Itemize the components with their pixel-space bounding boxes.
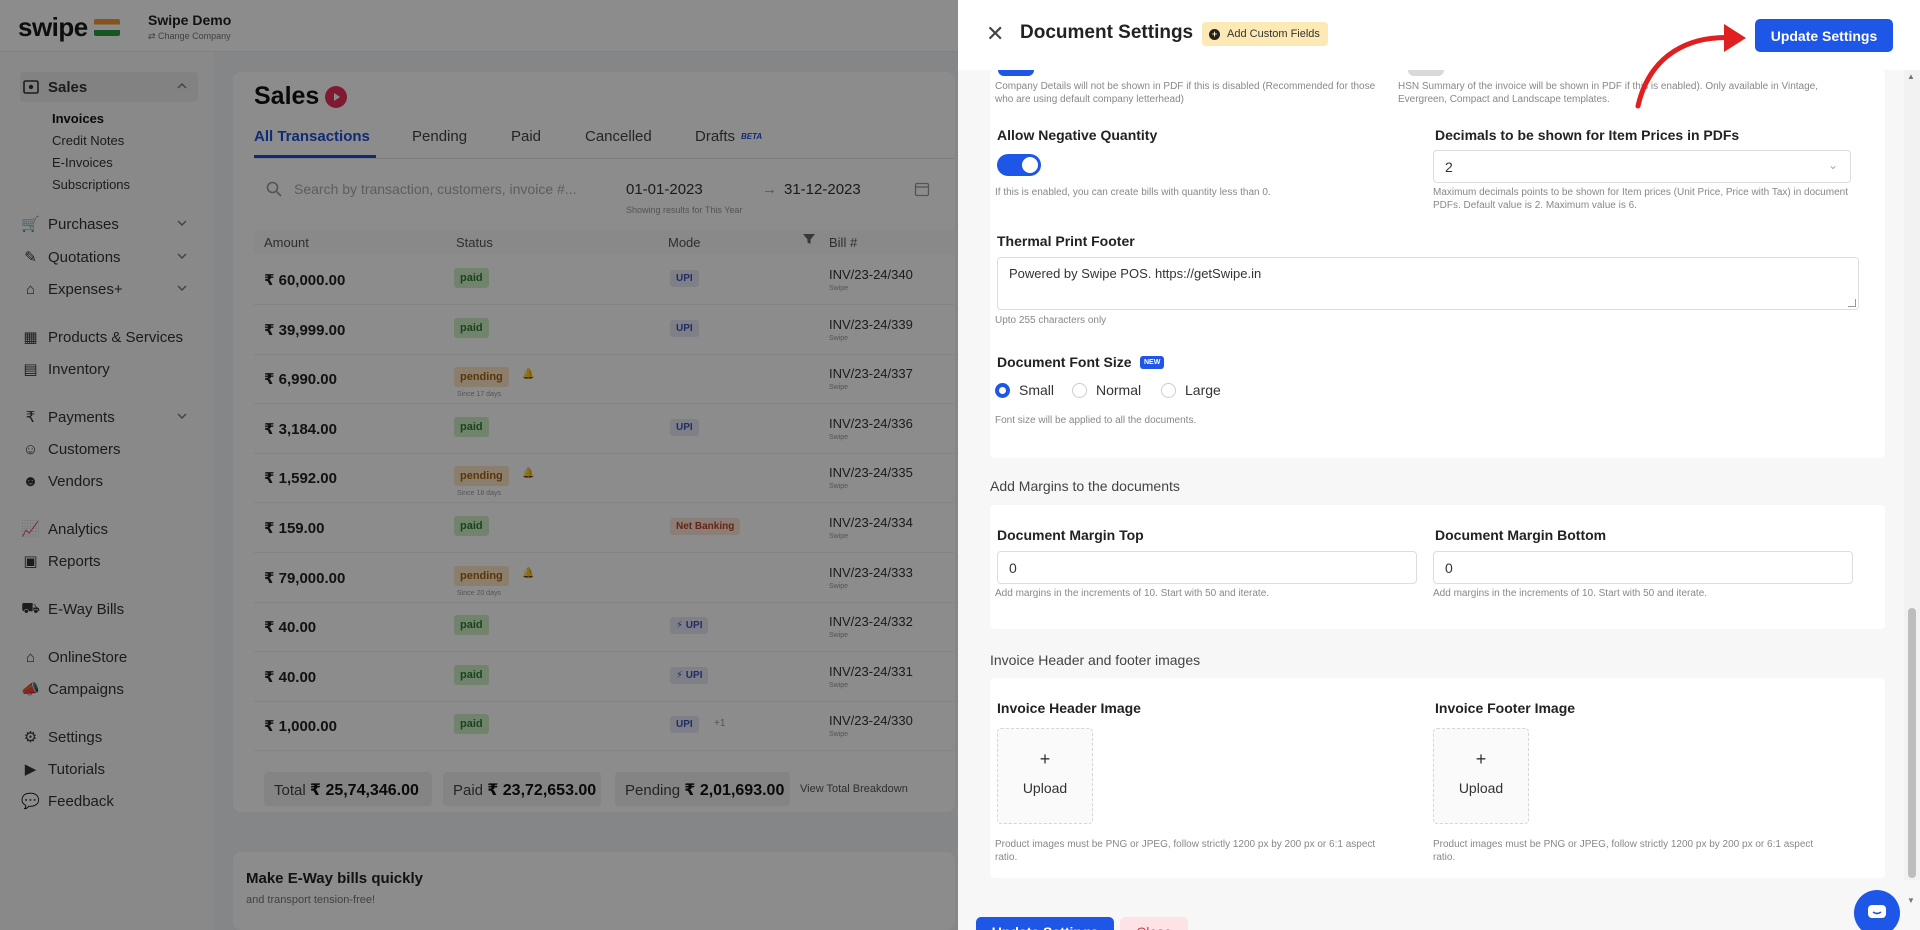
margins-section-title: Add Margins to the documents xyxy=(990,478,1180,494)
header-image-upload[interactable]: + Upload xyxy=(997,728,1093,824)
negative-quantity-help: If this is enabled, you can create bills… xyxy=(995,187,1271,198)
negative-quantity-toggle[interactable] xyxy=(997,154,1041,176)
add-custom-fields-button[interactable]: + Add Custom Fields xyxy=(1202,22,1328,46)
drawer-title: Document Settings xyxy=(1020,22,1194,43)
font-size-help: Font size will be applied to all the doc… xyxy=(995,415,1197,426)
images-section-title: Invoice Header and footer images xyxy=(990,652,1201,668)
margin-bottom-label: Document Margin Bottom xyxy=(1435,527,1607,543)
font-size-radio-normal[interactable]: Normal xyxy=(1072,382,1141,398)
document-settings-drawer: ✕ Document Settings + Add Custom Fields U… xyxy=(958,0,1920,930)
plus-circle-icon: + xyxy=(1209,28,1220,40)
decimals-select[interactable]: 2 ⌄ xyxy=(1433,150,1851,183)
margin-top-label: Document Margin Top xyxy=(997,527,1144,543)
footer-image-help: Product images must be PNG or JPEG, foll… xyxy=(1433,839,1814,863)
decimals-label: Decimals to be shown for Item Prices in … xyxy=(1435,127,1740,143)
header-image-help: Product images must be PNG or JPEG, foll… xyxy=(995,839,1376,863)
chevron-down-icon: ⌄ xyxy=(1827,158,1838,172)
document-options-panel: Company Details will not be shown in PDF… xyxy=(990,70,1885,458)
thermal-footer-textarea[interactable]: Powered by Swipe POS. https://getSwipe.i… xyxy=(997,257,1859,310)
footer-image-upload[interactable]: + Upload xyxy=(1433,728,1529,824)
close-button[interactable]: Close xyxy=(1120,917,1188,930)
margins-panel: Document Margin Top 0 Add margins in the… xyxy=(990,505,1885,629)
plus-icon: + xyxy=(1475,749,1487,769)
decimals-help: Maximum decimals points to be shown for … xyxy=(1433,187,1848,211)
hsn-summary-toggle[interactable] xyxy=(1408,70,1444,76)
scroll-up-arrow-icon[interactable]: ▲ xyxy=(1907,72,1915,81)
drawer-header: ✕ Document Settings + Add Custom Fields U… xyxy=(958,0,1920,70)
margin-bottom-help: Add margins in the increments of 10. Sta… xyxy=(1433,588,1708,599)
margin-bottom-input[interactable]: 0 xyxy=(1433,551,1853,584)
margin-top-help: Add margins in the increments of 10. Sta… xyxy=(995,588,1270,599)
margin-top-input[interactable]: 0 xyxy=(997,551,1417,584)
plus-icon: + xyxy=(1039,749,1051,769)
thermal-footer-label: Thermal Print Footer xyxy=(997,233,1135,249)
font-size-label: Document Font Size xyxy=(997,354,1132,370)
header-image-label: Invoice Header Image xyxy=(997,700,1141,716)
images-panel: Invoice Header Image + Upload Product ima… xyxy=(990,678,1885,878)
chat-support-icon[interactable] xyxy=(1854,890,1900,930)
new-badge: NEW xyxy=(1140,356,1165,369)
font-size-radio-large[interactable]: Large xyxy=(1161,382,1221,398)
footer-image-label: Invoice Footer Image xyxy=(1435,700,1576,716)
resize-handle-icon[interactable] xyxy=(1848,299,1856,307)
scroll-down-arrow-icon[interactable]: ▼ xyxy=(1907,896,1915,905)
close-icon[interactable]: ✕ xyxy=(986,23,1004,45)
update-settings-button-bottom[interactable]: Update Settings xyxy=(976,917,1114,930)
update-settings-button-top[interactable]: Update Settings xyxy=(1755,19,1893,52)
scrollbar-thumb[interactable] xyxy=(1908,608,1916,878)
annotation-arrow-icon xyxy=(1635,24,1746,109)
company-details-help: Company Details will not be shown in PDF… xyxy=(995,81,1376,105)
thermal-footer-help: Upto 255 characters only xyxy=(995,315,1107,326)
company-details-toggle[interactable] xyxy=(998,70,1034,76)
font-size-radio-small[interactable]: Small xyxy=(995,382,1054,398)
negative-quantity-label: Allow Negative Quantity xyxy=(997,127,1158,143)
